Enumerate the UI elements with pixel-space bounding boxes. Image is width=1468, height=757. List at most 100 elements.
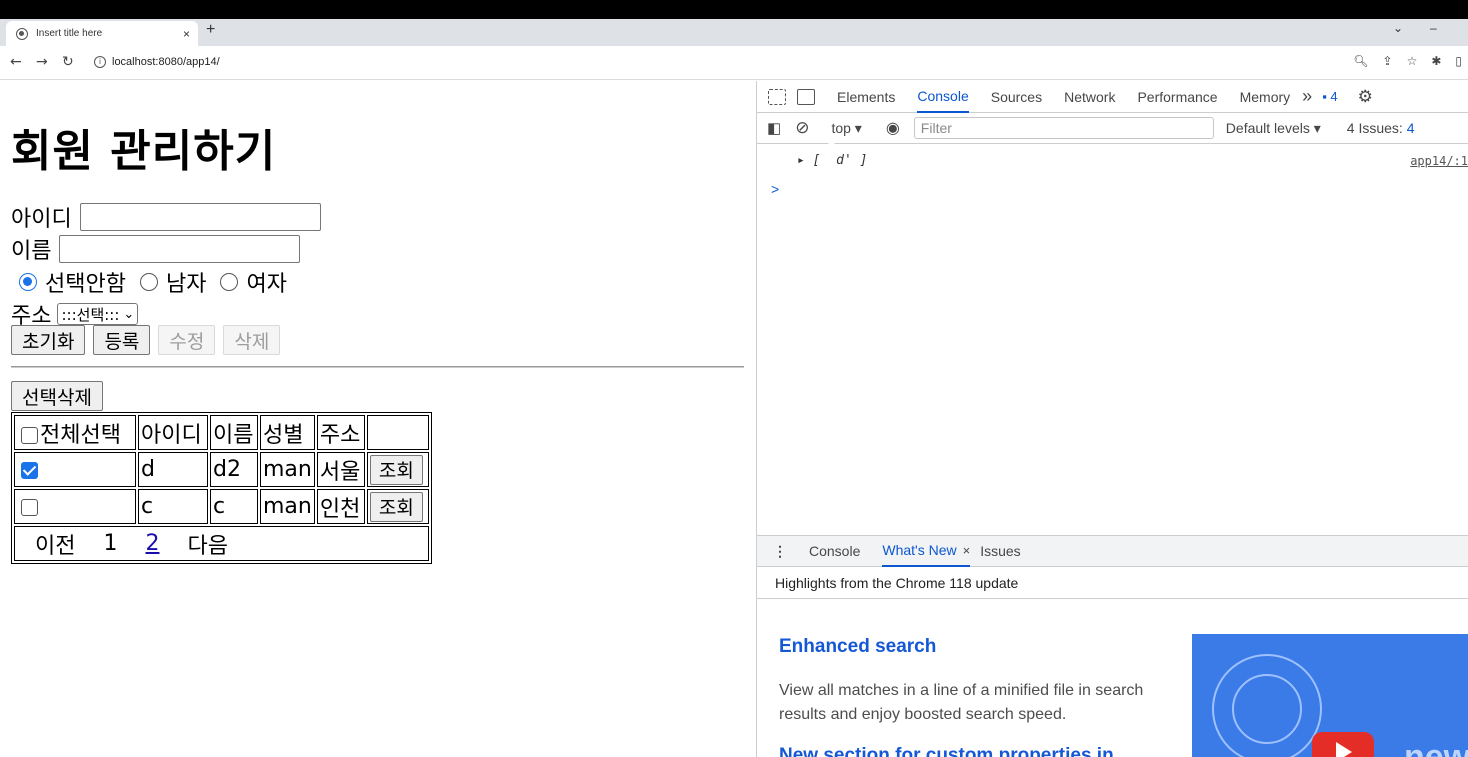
drawer-menu-icon[interactable]: ⋮ <box>773 543 787 560</box>
edit-button[interactable]: 수정 <box>158 325 216 355</box>
gender-radio-female[interactable] <box>220 273 239 291</box>
sidepanel-icon[interactable]: ▯ <box>1455 54 1462 68</box>
pager-page-1: 1 <box>103 531 118 556</box>
drawer-tab-whats-new[interactable]: What's New × <box>882 535 971 567</box>
cell-id: d <box>138 452 208 487</box>
drawer-tab-issues[interactable]: Issues <box>980 535 1020 567</box>
feature-title[interactable]: Enhanced search <box>779 636 936 658</box>
close-icon[interactable]: × <box>963 543 971 558</box>
tab-network[interactable]: Network <box>1064 81 1115 113</box>
address-select[interactable]: :::선택::: ⌄ <box>57 303 139 325</box>
cell-gender: man <box>260 489 315 524</box>
row-checkbox[interactable] <box>21 498 38 516</box>
play-icon[interactable] <box>1312 732 1374 757</box>
issues-badge-count: 4 <box>1330 89 1338 104</box>
table-row: c c man 인천 조회 <box>14 489 429 524</box>
minimize-icon[interactable]: – <box>1430 21 1437 35</box>
table-row: d d2 man 서울 조회 <box>14 452 429 487</box>
name-row: 이름 <box>11 233 301 265</box>
context-select[interactable]: top ▾ <box>831 120 861 137</box>
delete-selected-button[interactable]: 선택삭제 <box>11 381 103 411</box>
issues-label: 4 Issues: <box>1346 120 1403 136</box>
name-input[interactable] <box>59 235 301 263</box>
id-label: 아이디 <box>11 207 72 232</box>
reload-icon[interactable]: ↻ <box>62 54 74 70</box>
tab-console[interactable]: Console <box>917 81 969 113</box>
register-button[interactable]: 등록 <box>93 325 151 355</box>
share-icon[interactable]: ⇪ <box>1383 54 1393 68</box>
tab-elements[interactable]: Elements <box>837 81 895 113</box>
devtools-panel: Elements Console Sources Network Perform… <box>756 81 1468 757</box>
tab-sources[interactable]: Sources <box>991 81 1042 113</box>
header-action <box>366 415 429 450</box>
header-gender: 성별 <box>260 415 315 450</box>
console-toolbar: ◧ ⊘ top ▾ ◉ Filter Default levels ▾ 4 Is… <box>757 113 1468 144</box>
browser-tab-strip: Insert title here × + ⌄ – <box>0 19 1468 46</box>
star-icon[interactable]: ☆ <box>1407 54 1418 68</box>
url-field[interactable]: i localhost:8080/app14/ <box>88 51 1338 73</box>
delete-selected-row: 선택삭제 <box>11 381 103 411</box>
address-bar: ← → ↻ i localhost:8080/app14/ 🔍︎ ⇪ ☆ ✱ ▯ <box>0 46 1468 80</box>
globe-icon <box>16 27 28 40</box>
page-content: 회원 관리하기 아이디 이름 선택안함 남자 여자 주소 :::선택::: ⌄ … <box>0 81 756 757</box>
row-checkbox-cell <box>14 489 136 524</box>
device-toolbar-icon[interactable] <box>797 88 815 105</box>
view-button[interactable]: 조회 <box>369 491 423 522</box>
header-address: 주소 <box>316 415 365 450</box>
delete-button[interactable]: 삭제 <box>223 325 281 355</box>
header-label: 전체선택 <box>40 422 121 448</box>
tab-performance[interactable]: Performance <box>1137 81 1217 113</box>
filter-input[interactable]: Filter <box>913 117 1214 139</box>
tab-search-icon[interactable]: ⌄ <box>1393 21 1403 35</box>
pager-page-2[interactable]: 2 <box>145 531 159 556</box>
gender-radio-male[interactable] <box>139 273 158 291</box>
address-bar-actions: 🔍︎ ⇪ ☆ ✱ ▯ <box>1353 54 1462 68</box>
drawer-tab-whats-new-label: What's New <box>882 542 957 558</box>
console-source-link[interactable]: app14/:1 <box>1410 154 1468 168</box>
more-tabs-icon[interactable]: » <box>1302 81 1312 113</box>
sidebar-toggle-icon[interactable]: ◧ <box>767 119 781 137</box>
video-thumbnail[interactable]: new <box>1192 634 1468 757</box>
issues-badge[interactable]: ▪ 4 <box>1322 89 1337 104</box>
next-feature-title[interactable]: New section for custom properties in <box>779 745 1159 757</box>
gender-label-female: 여자 <box>246 272 287 297</box>
log-levels-select[interactable]: Default levels ▾ <box>1226 120 1321 137</box>
url-text: localhost:8080/app14/ <box>112 56 220 68</box>
forward-icon[interactable]: → <box>36 54 48 70</box>
eye-icon[interactable]: ◉ <box>886 118 900 138</box>
inspect-icon[interactable] <box>768 88 786 105</box>
action-buttons: 초기화 등록 수정 삭제 <box>11 325 281 355</box>
row-checkbox[interactable] <box>21 461 38 479</box>
new-tab-button[interactable]: + <box>206 21 215 39</box>
issues-link[interactable]: 4 Issues: 4 <box>1347 120 1415 136</box>
info-icon[interactable]: i <box>94 56 106 68</box>
header-name: 이름 <box>210 415 258 450</box>
pager-prev[interactable]: 이전 <box>35 528 75 560</box>
settings-icon[interactable]: ⚙ <box>1358 87 1373 107</box>
back-icon[interactable]: ← <box>10 54 22 70</box>
console-prompt[interactable]: > <box>771 181 779 197</box>
header-id: 아이디 <box>138 415 208 450</box>
id-input[interactable] <box>79 203 321 231</box>
select-all-checkbox[interactable] <box>21 427 38 444</box>
highlights-header: Highlights from the Chrome 118 update <box>757 568 1468 599</box>
chevron-down-icon: ⌄ <box>123 306 135 322</box>
pager-next[interactable]: 다음 <box>187 528 227 560</box>
table-header-row: 전체선택 아이디 이름 성별 주소 <box>14 415 429 450</box>
clear-console-icon[interactable]: ⊘ <box>795 118 809 138</box>
drawer-tab-console[interactable]: Console <box>809 535 860 567</box>
extensions-icon[interactable]: ✱ <box>1431 54 1441 68</box>
view-button[interactable]: 조회 <box>369 454 423 485</box>
browser-tab[interactable]: Insert title here × <box>6 21 198 46</box>
close-icon[interactable]: × <box>183 27 190 41</box>
cell-address: 서울 <box>316 452 365 487</box>
cell-address: 인천 <box>316 489 365 524</box>
gender-radio-none[interactable] <box>19 273 37 291</box>
issues-count: 4 <box>1406 120 1415 136</box>
devtools-tab-bar: Elements Console Sources Network Perform… <box>757 81 1468 113</box>
tab-memory[interactable]: Memory <box>1240 81 1291 113</box>
reset-button[interactable]: 초기화 <box>11 325 86 355</box>
filter-placeholder: Filter <box>920 120 952 136</box>
cell-action: 조회 <box>366 489 429 524</box>
zoom-icon[interactable]: 🔍︎ <box>1353 54 1368 68</box>
